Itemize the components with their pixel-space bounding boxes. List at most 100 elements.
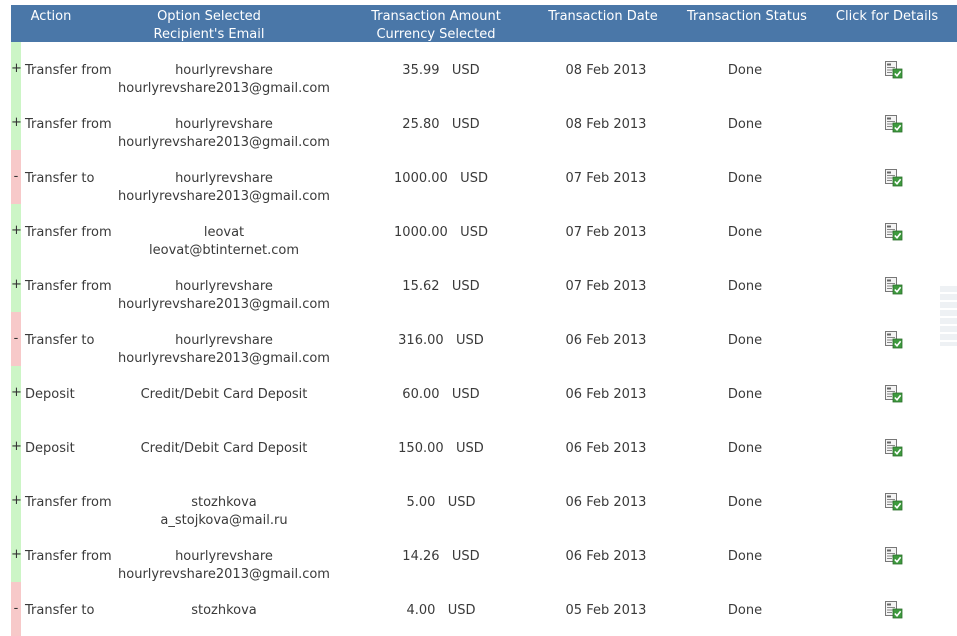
expand-toggle[interactable]: + [11, 116, 22, 130]
action-label: Deposit [25, 441, 75, 456]
table-row: - Transfer to hourlyrevshare hourlyrevshare… [11, 150, 957, 204]
details-icon[interactable] [884, 223, 904, 241]
expand-toggle[interactable]: + [11, 278, 22, 292]
date-value: 06 Feb 2013 [565, 549, 647, 564]
option-cell: Credit/Debit Card Deposit [114, 440, 334, 458]
table-row: + Deposit Credit/Debit Card Deposit 150.00 … [11, 420, 957, 474]
expand-toggle[interactable]: + [11, 386, 22, 400]
expand-toggle[interactable]: - [11, 332, 21, 346]
status-value: Done [727, 441, 763, 456]
date-value: 08 Feb 2013 [565, 117, 647, 132]
action-label: Transfer from [25, 225, 112, 240]
option-cell: hourlyrevshare hourlyrevshare2013@gmail.c… [114, 332, 334, 368]
table-row: - Transfer to stozhkova 4.00 USD 05 Feb 2013… [11, 582, 957, 636]
option-label: Credit/Debit Card Deposit [140, 387, 308, 402]
option-cell: stozhkova a_stojkova@mail.ru [114, 494, 334, 530]
status-value: Done [727, 387, 763, 402]
option-label: Credit/Debit Card Deposit [140, 441, 308, 456]
option-cell: hourlyrevshare hourlyrevshare2013@gmail.c… [114, 548, 334, 584]
status-value: Done [727, 549, 763, 564]
option-cell: stozhkova [114, 602, 334, 620]
option-cell: hourlyrevshare hourlyrevshare2013@gmail.c… [114, 62, 334, 98]
status-value: Done [727, 279, 763, 294]
date-value: 05 Feb 2013 [565, 603, 647, 618]
table-row: + Transfer from hourlyrevshare hourlyrevsha… [11, 96, 957, 150]
date-value: 07 Feb 2013 [565, 225, 647, 240]
amount-value: 35.99 USD [402, 63, 480, 78]
date-value: 08 Feb 2013 [565, 63, 647, 78]
status-value: Done [727, 333, 763, 348]
option-cell: leovat leovat@btinternet.com [114, 224, 334, 260]
option-label: stozhkova [191, 495, 257, 510]
table-row: + Transfer from leovat leovat@btinternet.co… [11, 204, 957, 258]
option-cell: hourlyrevshare hourlyrevshare2013@gmail.c… [114, 170, 334, 206]
header-status: Transaction Status [679, 8, 815, 26]
option-cell: hourlyrevshare hourlyrevshare2013@gmail.c… [114, 278, 334, 314]
amount-value: 5.00 USD [406, 495, 476, 510]
table-row: + Transfer from hourlyrevshare hourlyrevsha… [11, 528, 957, 582]
amount-value: 14.26 USD [402, 549, 480, 564]
expand-toggle[interactable]: + [11, 494, 22, 508]
table-header: Action Option Selected Recipient's Email… [11, 5, 957, 42]
option-label: hourlyrevshare [175, 171, 273, 186]
amount-value: 25.80 USD [402, 117, 480, 132]
amount-value: 316.00 USD [398, 333, 484, 348]
date-value: 06 Feb 2013 [565, 441, 647, 456]
details-icon[interactable] [884, 439, 904, 457]
header-option-label: Option Selected [157, 9, 261, 24]
action-label: Transfer from [25, 117, 112, 132]
table-row: + Transfer from stozhkova a_stojkova@mail.r… [11, 474, 957, 528]
details-icon[interactable] [884, 331, 904, 349]
option-label: hourlyrevshare [175, 117, 273, 132]
table-body: + Transfer from hourlyrevshare hourlyrevsha… [11, 42, 957, 636]
amount-value: 4.00 USD [406, 603, 476, 618]
header-status-label: Transaction Status [687, 9, 807, 24]
date-value: 06 Feb 2013 [565, 333, 647, 348]
table-row: + Transfer from hourlyrevshare hourlyrevsha… [11, 258, 957, 312]
header-amount-label: Transaction Amount [371, 9, 501, 24]
option-label: hourlyrevshare [175, 279, 273, 294]
action-label: Transfer from [25, 495, 112, 510]
expand-toggle[interactable]: - [11, 602, 21, 616]
amount-value: 150.00 USD [398, 441, 484, 456]
expand-toggle[interactable]: + [11, 62, 22, 76]
option-label: hourlyrevshare [175, 63, 273, 78]
details-icon[interactable] [884, 277, 904, 295]
header-action-label: Action [30, 9, 72, 24]
action-label: Transfer to [25, 333, 95, 348]
amount-value: 1000.00 USD [394, 171, 488, 186]
table-row: - Transfer to hourlyrevshare hourlyrevshare… [11, 312, 957, 366]
expand-toggle[interactable]: - [11, 170, 21, 184]
scrollbar[interactable] [940, 286, 957, 346]
table-row: + Deposit Credit/Debit Card Deposit 60.00 U… [11, 366, 957, 420]
amount-value: 60.00 USD [402, 387, 480, 402]
expand-toggle[interactable]: + [11, 224, 22, 238]
details-icon[interactable] [884, 385, 904, 403]
header-option: Option Selected Recipient's Email [151, 8, 267, 44]
header-date: Transaction Date [541, 8, 665, 26]
option-label: hourlyrevshare [175, 549, 273, 564]
action-label: Transfer to [25, 603, 95, 618]
header-details: Click for Details [829, 8, 945, 26]
option-cell: hourlyrevshare hourlyrevshare2013@gmail.c… [114, 116, 334, 152]
table-row: + Transfer from hourlyrevshare hourlyrevsha… [11, 42, 957, 96]
option-label: stozhkova [191, 603, 257, 618]
amount-value: 1000.00 USD [394, 225, 488, 240]
transaction-table: Action Option Selected Recipient's Email… [11, 5, 957, 636]
header-amount: Transaction Amount Currency Selected [366, 8, 506, 44]
expand-toggle[interactable]: + [11, 440, 22, 454]
details-icon[interactable] [884, 547, 904, 565]
status-value: Done [727, 63, 763, 78]
status-value: Done [727, 117, 763, 132]
details-icon[interactable] [884, 61, 904, 79]
expand-toggle[interactable]: + [11, 548, 22, 562]
option-label: leovat [203, 225, 245, 240]
option-label: hourlyrevshare [175, 333, 273, 348]
details-icon[interactable] [884, 115, 904, 133]
date-value: 07 Feb 2013 [565, 279, 647, 294]
details-icon[interactable] [884, 169, 904, 187]
date-value: 07 Feb 2013 [565, 171, 647, 186]
details-icon[interactable] [884, 601, 904, 619]
details-icon[interactable] [884, 493, 904, 511]
status-value: Done [727, 171, 763, 186]
